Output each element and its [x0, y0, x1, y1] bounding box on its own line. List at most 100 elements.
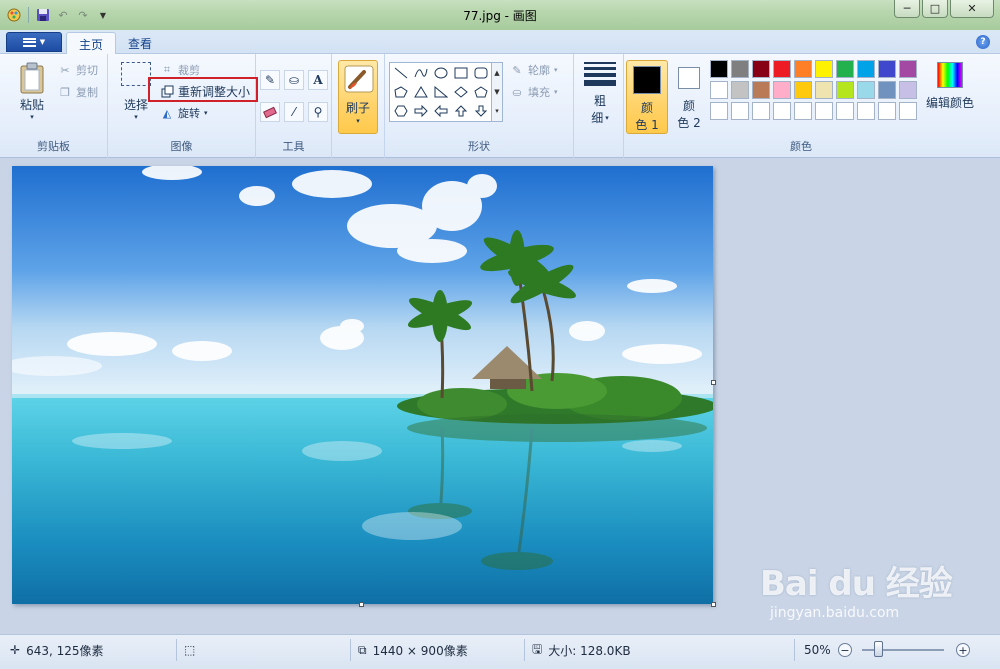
palette-swatch[interactable]	[752, 102, 770, 120]
tab-view[interactable]: 查看	[116, 32, 164, 54]
palette-swatch[interactable]	[773, 60, 791, 78]
crop-button[interactable]: ⌗ 裁剪	[160, 62, 200, 78]
eraser-icon[interactable]	[260, 102, 280, 122]
palette-swatch[interactable]	[710, 81, 728, 99]
chevron-down-icon: ▾	[605, 113, 609, 122]
fill-icon: ⛀	[512, 85, 522, 99]
curve-shape-icon[interactable]	[412, 65, 430, 81]
palette-swatch[interactable]	[752, 81, 770, 99]
rotate-button[interactable]: ◭ 旋转 ▾	[160, 105, 208, 121]
tropical-island-image[interactable]	[12, 166, 713, 604]
crop-label: 裁剪	[178, 64, 200, 77]
palette-swatch[interactable]	[899, 81, 917, 99]
pentagon-shape-icon[interactable]	[472, 84, 490, 100]
palette-swatch[interactable]	[857, 102, 875, 120]
resize-handle-bottom[interactable]	[359, 602, 364, 607]
oval-shape-icon[interactable]	[432, 65, 450, 81]
palette-swatch[interactable]	[878, 102, 896, 120]
shapes-gallery	[389, 62, 493, 122]
text-tool-icon[interactable]: A	[308, 70, 328, 90]
paste-button[interactable]: 粘贴 ▾	[14, 62, 50, 121]
palette-swatch[interactable]	[794, 102, 812, 120]
minimize-button[interactable]: ─	[894, 0, 920, 18]
palette-swatch[interactable]	[773, 81, 791, 99]
palette-swatch[interactable]	[836, 102, 854, 120]
resize-handle-right[interactable]	[711, 380, 716, 385]
palette-swatch[interactable]	[815, 60, 833, 78]
scroll-up-icon[interactable]: ▲	[494, 69, 499, 77]
down-arrow-shape-icon[interactable]	[472, 103, 490, 119]
copy-icon: ❐	[60, 85, 70, 99]
clipboard-icon	[20, 62, 44, 94]
palette-swatch[interactable]	[794, 60, 812, 78]
cut-button[interactable]: ✂ 剪切	[58, 62, 98, 78]
fill-button[interactable]: ⛀ 填充 ▾	[510, 84, 557, 100]
up-arrow-shape-icon[interactable]	[452, 103, 470, 119]
palette-swatch[interactable]	[794, 81, 812, 99]
clipboard-group-label: 剪贴板	[37, 140, 70, 153]
palette-swatch[interactable]	[815, 102, 833, 120]
tab-home[interactable]: 主页	[66, 32, 117, 55]
image-canvas[interactable]	[12, 166, 713, 604]
palette-swatch[interactable]	[857, 60, 875, 78]
copy-button[interactable]: ❐ 复制	[58, 84, 98, 100]
cut-label: 剪切	[76, 64, 98, 77]
palette-swatch[interactable]	[899, 60, 917, 78]
size-button[interactable]: 粗 细 ▾	[580, 62, 620, 126]
palette-swatch[interactable]	[773, 102, 791, 120]
hexagon-shape-icon[interactable]	[392, 103, 410, 119]
scroll-down-icon[interactable]: ▼	[494, 88, 499, 96]
file-menu-button[interactable]: ▼	[6, 32, 62, 52]
color1-button[interactable]: 颜 色 1	[626, 60, 668, 134]
chevron-down-icon: ▾	[134, 113, 138, 121]
watermark: Bai du 经验 jingyan.baidu.com	[760, 556, 953, 621]
palette-swatch[interactable]	[731, 60, 749, 78]
outline-button[interactable]: ✎ 轮廓 ▾	[510, 62, 558, 78]
file-size: 🖫 大小: 128.0KB	[532, 635, 631, 665]
polygon-shape-icon[interactable]	[392, 84, 410, 100]
zoom-in-icon[interactable]: +	[956, 643, 970, 657]
palette-swatch[interactable]	[731, 81, 749, 99]
rotate-icon: ◭	[162, 106, 172, 120]
rounded-rectangle-shape-icon[interactable]	[472, 65, 490, 81]
brushes-button[interactable]: 刷子 ▾	[338, 60, 378, 134]
palette-swatch[interactable]	[752, 60, 770, 78]
right-triangle-shape-icon[interactable]	[432, 84, 450, 100]
magnifier-icon[interactable]: ⚲	[308, 102, 328, 122]
maximize-button[interactable]: □	[922, 0, 948, 18]
palette-swatch[interactable]	[878, 60, 896, 78]
chevron-down-icon: ▾	[356, 117, 360, 125]
gallery-expand-icon[interactable]: ▾	[495, 107, 499, 115]
rectangle-shape-icon[interactable]	[452, 65, 470, 81]
line-shape-icon[interactable]	[392, 65, 410, 81]
fill-bucket-icon[interactable]: ⛀	[284, 70, 304, 90]
help-icon[interactable]: ?	[976, 35, 990, 49]
color-picker-icon[interactable]: ⁄	[284, 102, 304, 122]
zoom-slider-thumb[interactable]	[873, 641, 883, 657]
tools-group: ✎ ⛀ A ⁄ ⚲ 工具	[256, 54, 332, 158]
palette-swatch[interactable]	[710, 60, 728, 78]
palette-swatch[interactable]	[836, 81, 854, 99]
palette-swatch[interactable]	[899, 102, 917, 120]
color2-button[interactable]: 颜 色 2	[670, 60, 708, 134]
color2-label-bottom: 色 2	[677, 116, 701, 130]
close-button[interactable]: ✕	[950, 0, 994, 18]
palette-swatch[interactable]	[815, 81, 833, 99]
triangle-shape-icon[interactable]	[412, 84, 430, 100]
palette-swatch[interactable]	[836, 60, 854, 78]
palette-swatch[interactable]	[731, 102, 749, 120]
chevron-down-icon: ▾	[554, 66, 558, 74]
resize-handle-corner[interactable]	[711, 602, 716, 607]
palette-swatch[interactable]	[857, 81, 875, 99]
pencil-icon[interactable]: ✎	[260, 70, 280, 90]
palette-swatch[interactable]	[878, 81, 896, 99]
edit-colors-button[interactable]: 编辑颜色	[922, 62, 978, 111]
color-spectrum-icon	[937, 62, 963, 88]
right-arrow-shape-icon[interactable]	[412, 103, 430, 119]
palette-swatch[interactable]	[710, 102, 728, 120]
diamond-shape-icon[interactable]	[452, 84, 470, 100]
zoom-out-icon[interactable]: −	[838, 643, 852, 657]
left-arrow-shape-icon[interactable]	[432, 103, 450, 119]
color1-label-top: 颜	[640, 101, 653, 115]
shapes-gallery-scroll[interactable]: ▲ ▼ ▾	[491, 62, 503, 122]
